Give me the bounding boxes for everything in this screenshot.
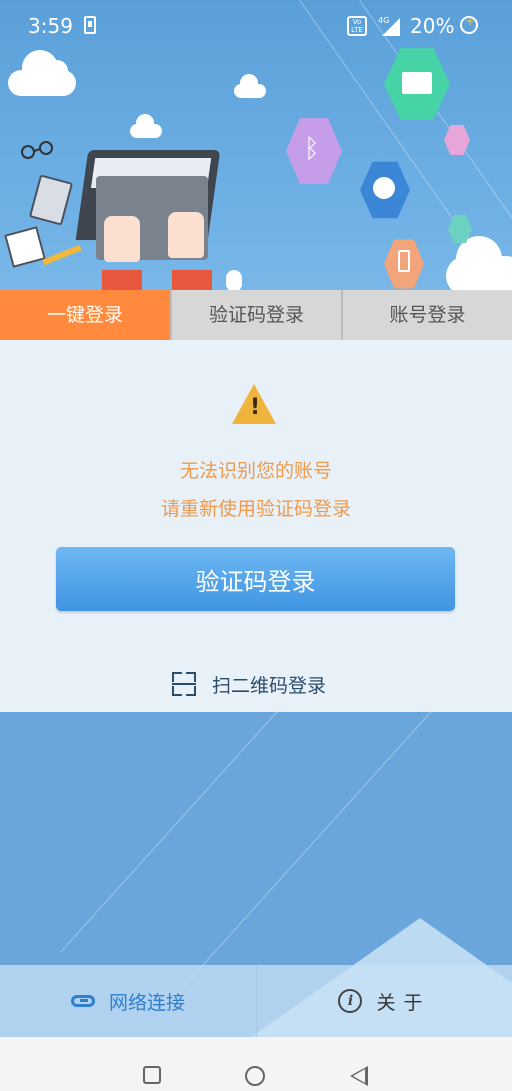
tab-one-click-login[interactable]: 一键登录 — [0, 290, 170, 340]
bluetooth-icon — [286, 118, 342, 184]
status-time: 3:59 — [28, 14, 73, 38]
calculator-icon — [28, 174, 74, 226]
sleeve-illustration — [172, 270, 212, 290]
network-type-label: 4G — [378, 16, 389, 25]
nav-back-icon[interactable] — [350, 1066, 368, 1086]
qr-scan-icon — [172, 672, 196, 696]
link-icon — [70, 995, 95, 1007]
pencil-icon — [42, 244, 82, 266]
info-icon: i — [338, 989, 363, 1013]
tab-account-login[interactable]: 账号登录 — [341, 290, 512, 340]
disc-icon — [360, 161, 410, 219]
login-panel: ! 无法识别您的账号 请重新使用验证码登录 验证码登录 扫二维码登录 — [0, 340, 512, 712]
background-line — [0, 712, 316, 713]
sim-icon — [84, 16, 96, 34]
sms-code-login-button[interactable]: 验证码登录 — [56, 547, 455, 611]
bottom-bar: 网络连接 i 关于 — [0, 965, 512, 1037]
signal-icon: 4G — [378, 16, 400, 36]
volte-icon: Vo LTE — [347, 16, 367, 36]
network-connection-label: 网络连接 — [108, 991, 185, 1014]
qr-login-label: 扫二维码登录 — [212, 674, 327, 697]
sleeve-illustration — [102, 270, 142, 290]
about-label: 关于 — [376, 991, 431, 1014]
cloud-decoration — [130, 114, 162, 138]
cloud-decoration — [234, 74, 266, 98]
background-line — [60, 712, 396, 953]
nav-recents-icon[interactable] — [143, 1066, 161, 1084]
notepad-icon — [4, 226, 46, 268]
qr-login-link[interactable]: 扫二维码登录 — [172, 670, 326, 698]
error-message-line-1: 无法识别您的账号 — [179, 460, 332, 482]
battery-percentage: 20% — [410, 14, 455, 38]
warning-exclamation-glyph: ! — [250, 395, 261, 420]
hand-illustration — [104, 216, 140, 262]
folder-icon — [384, 48, 450, 120]
about-button[interactable]: i 关于 — [256, 965, 512, 1037]
hand-illustration — [168, 212, 204, 258]
network-connection-button[interactable]: 网络连接 — [0, 965, 256, 1037]
mouse-illustration — [226, 270, 242, 290]
glasses-icon — [21, 141, 53, 159]
cloud-decoration — [8, 50, 76, 96]
phone-icon — [384, 239, 424, 289]
tab-sms-code-login[interactable]: 验证码登录 — [170, 290, 341, 340]
error-message-line-2: 请重新使用验证码登录 — [160, 498, 351, 520]
login-tabs: 一键登录 验证码登录 账号登录 — [0, 290, 512, 340]
battery-icon — [460, 14, 478, 34]
cloud-decoration — [446, 236, 512, 290]
nav-home-icon[interactable] — [245, 1066, 265, 1086]
status-bar: 3:59 Vo LTE 4G 20% — [0, 0, 512, 52]
